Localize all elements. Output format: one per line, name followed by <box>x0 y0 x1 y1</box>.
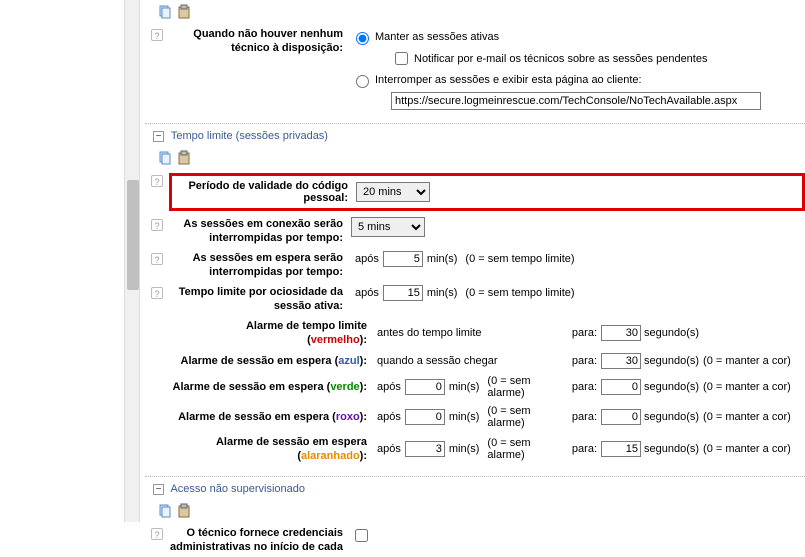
notify-email-label: Notificar por e-mail os técnicos sobre a… <box>414 53 707 65</box>
alarm-green-para-input[interactable] <box>601 379 641 395</box>
conn-timeout-select[interactable]: 5 mins <box>351 217 425 237</box>
vertical-scrollbar[interactable] <box>124 0 140 522</box>
alarm-purple-color: roxo <box>336 411 360 423</box>
clipboard-icon[interactable] <box>176 503 192 519</box>
pin-validity-label: Período de validade do código <box>188 180 348 192</box>
unattended-section-title: Acesso não supervisionado <box>170 483 305 495</box>
tech-credentials-checkbox[interactable] <box>355 529 368 542</box>
pin-validity-select[interactable]: 20 mins <box>356 182 430 202</box>
conn-timeout-label: As sessões em conexão serão <box>183 218 343 230</box>
no-tech-label: Quando não houver nenhum <box>193 28 343 40</box>
timeout-section-title: Tempo limite (sessões privadas) <box>171 130 328 142</box>
help-icon[interactable]: ? <box>151 287 163 299</box>
pages-icon[interactable] <box>157 4 173 20</box>
alarm-blue-desc: quando a sessão chegar <box>377 355 497 367</box>
tech-credentials-label: O técnico fornece credenciais <box>186 527 343 539</box>
alarm-purple-after-input[interactable] <box>405 409 445 425</box>
idle-timeout-label: Tempo limite por ociosidade da <box>179 286 343 298</box>
interrupt-sessions-radio[interactable] <box>356 75 369 88</box>
alarm-blue-color: azul <box>338 355 359 367</box>
alarm-purple-label: Alarme de sessão em espera ( <box>178 411 336 423</box>
idle-timeout-input[interactable] <box>383 285 423 301</box>
wait-timeout-input[interactable] <box>383 251 423 267</box>
alarm-green-color: verde <box>330 381 359 393</box>
help-icon[interactable]: ? <box>151 219 163 231</box>
timeout-section-header: − Tempo limite (sessões privadas) <box>145 123 805 146</box>
interrupt-sessions-label: Interromper as sessões e exibir esta pág… <box>375 74 642 86</box>
keep-sessions-label: Manter as sessões ativas <box>375 31 499 43</box>
scrollbar-thumb[interactable] <box>127 180 139 290</box>
collapse-icon[interactable]: − <box>153 131 164 142</box>
alarm-blue-para-input[interactable] <box>601 353 641 369</box>
no-tech-url-input[interactable] <box>391 92 761 110</box>
alarm-green-label: Alarme de sessão em espera ( <box>173 381 331 393</box>
pin-validity-highlight: Período de validade do código pessoal: 2… <box>169 173 805 211</box>
collapse-icon[interactable]: − <box>153 484 164 495</box>
alarm-red-para-input[interactable] <box>601 325 641 341</box>
unattended-section-header: − Acesso não supervisionado <box>145 476 805 499</box>
clipboard-icon[interactable] <box>176 150 192 166</box>
clipboard-icon[interactable] <box>176 4 192 20</box>
alarm-red-color: vermelho <box>311 334 360 346</box>
keep-sessions-radio[interactable] <box>356 32 369 45</box>
help-icon[interactable]: ? <box>151 175 163 187</box>
help-icon[interactable]: ? <box>151 29 163 41</box>
alarm-red-desc: antes do tempo limite <box>377 327 482 339</box>
alarm-orange-color: alaranhado <box>301 450 360 462</box>
wait-timeout-label: As sessões em espera serão <box>193 252 343 264</box>
alarm-red-label: Alarme de tempo limite <box>246 320 367 332</box>
help-icon[interactable]: ? <box>151 528 163 540</box>
alarm-purple-para-input[interactable] <box>601 409 641 425</box>
pages-icon[interactable] <box>157 150 173 166</box>
alarm-blue-label: Alarme de sessão em espera ( <box>181 355 339 367</box>
pages-icon[interactable] <box>157 503 173 519</box>
alarm-orange-label: Alarme de sessão em espera <box>216 436 367 448</box>
notify-email-checkbox[interactable] <box>395 52 408 65</box>
help-icon[interactable]: ? <box>151 253 163 265</box>
alarm-orange-after-input[interactable] <box>405 441 445 457</box>
alarm-orange-para-input[interactable] <box>601 441 641 457</box>
alarm-green-after-input[interactable] <box>405 379 445 395</box>
